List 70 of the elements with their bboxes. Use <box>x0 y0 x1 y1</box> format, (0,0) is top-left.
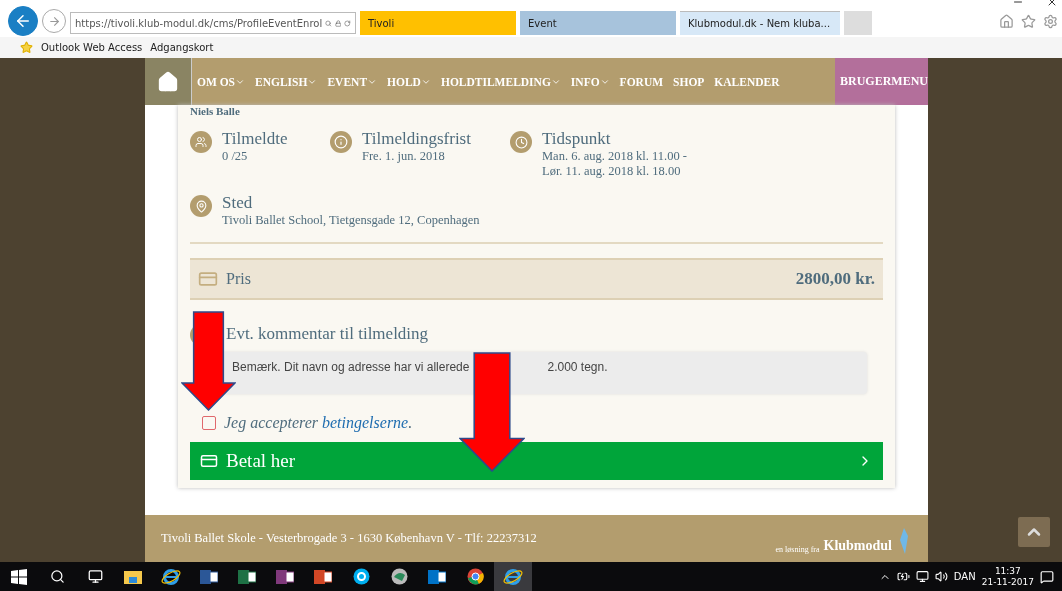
notifications-icon[interactable] <box>1040 569 1054 584</box>
credit-brand[interactable]: Klubmodul <box>823 538 892 554</box>
user-menu[interactable]: BRUGERMENU <box>835 58 928 105</box>
terms-checkbox[interactable] <box>202 416 216 430</box>
credit-prefix: en løsning fra <box>775 545 820 554</box>
comment-title: Evt. kommentar til tilmelding <box>226 324 429 344</box>
volume-icon[interactable] <box>934 570 948 583</box>
home-icon[interactable] <box>999 14 1014 29</box>
fact-value: Man. 6. aug. 2018 kl. 11.00 - <box>542 149 687 164</box>
people-icon <box>190 131 212 153</box>
fact-value: Lør. 11. aug. 2018 kl. 18.00 <box>542 164 682 179</box>
nav-item[interactable]: KALENDER <box>714 75 780 88</box>
back-button[interactable] <box>8 6 38 36</box>
price-value: 2800,00 kr. <box>795 269 875 289</box>
home-button[interactable] <box>145 58 192 105</box>
fact-value: 0 /25 <box>222 149 249 164</box>
forward-button[interactable] <box>42 9 66 33</box>
folder-icon <box>124 569 142 584</box>
chrome-icon <box>466 568 484 585</box>
favorite-link[interactable]: Outlook Web Access <box>41 42 143 53</box>
clock-date[interactable]: 21-11-2017 <box>981 576 1034 588</box>
browser-tab[interactable]: Tivoli <box>360 11 516 35</box>
nav-item[interactable]: HOLD <box>387 75 431 88</box>
office-app-icon <box>428 568 446 585</box>
price-label: Pris <box>226 270 251 288</box>
pay-button[interactable]: Betal her <box>190 442 883 480</box>
fact-value: Tivoli Ballet School, Tietgensgade 12, Copenhagen <box>222 213 480 228</box>
fact-title: Tidspunkt <box>542 129 612 149</box>
address-bar[interactable]: https://tivoli.klub-modul.dk/cms/ProfileEventEnrol <box>70 12 356 34</box>
office-app-icon <box>314 568 332 585</box>
nav-item[interactable]: HOLDTILMELDING <box>440 75 561 88</box>
office-app-icon <box>200 568 218 585</box>
star-icon[interactable] <box>1021 14 1036 29</box>
browser-tab[interactable]: Event <box>520 11 676 35</box>
windows-logo-icon <box>11 568 27 585</box>
event-name: Niels Balle <box>190 105 241 117</box>
clock-time[interactable]: 11:37 <box>994 565 1021 577</box>
nav-item[interactable]: SHOP <box>673 75 705 88</box>
office-app-icon <box>238 568 256 585</box>
search-icon <box>49 569 65 584</box>
nav-item[interactable]: ENGLISH <box>255 75 318 88</box>
nav-item[interactable]: FORUM <box>619 75 664 88</box>
terms-link[interactable]: betingelserne <box>322 414 409 431</box>
forward-arrow-icon <box>47 14 61 28</box>
nav-item[interactable]: OM OS <box>197 75 245 88</box>
nav-item[interactable]: INFO <box>570 75 610 88</box>
fact-value: Fre. 1. jun. 2018 <box>362 149 446 164</box>
globe-icon <box>390 568 408 585</box>
battery-icon[interactable] <box>896 570 910 583</box>
footer-address: Tivoli Ballet Skole - Vesterbrogade 3 - 1630 København V - Tlf: 22237312 <box>161 531 537 546</box>
fact-title: Tilmeldte <box>222 129 288 149</box>
fact-title: Tilmeldingsfrist <box>362 129 471 149</box>
browser-icon <box>503 567 523 586</box>
clock-icon <box>510 131 532 153</box>
info-icon <box>330 131 352 153</box>
browser-icon <box>161 567 181 586</box>
nav-item[interactable]: EVENT <box>327 75 378 88</box>
favorite-link[interactable]: Adgangskort <box>150 42 214 53</box>
settings-icon[interactable] <box>1043 14 1058 29</box>
location-pin-icon <box>190 195 212 217</box>
office-app-icon <box>276 568 294 585</box>
language-indicator[interactable]: DAN <box>953 571 976 582</box>
network-icon[interactable] <box>915 570 929 583</box>
fact-title: Sted <box>222 193 254 213</box>
card-icon <box>198 269 218 289</box>
terms-text: Jeg accepterer betingelserne. <box>224 414 413 432</box>
home-icon <box>157 70 179 93</box>
card-icon <box>200 452 218 470</box>
browser-tab[interactable]: Klubmodul.dk - Nem kluba... <box>680 11 840 35</box>
scroll-top-button[interactable] <box>1018 517 1050 547</box>
